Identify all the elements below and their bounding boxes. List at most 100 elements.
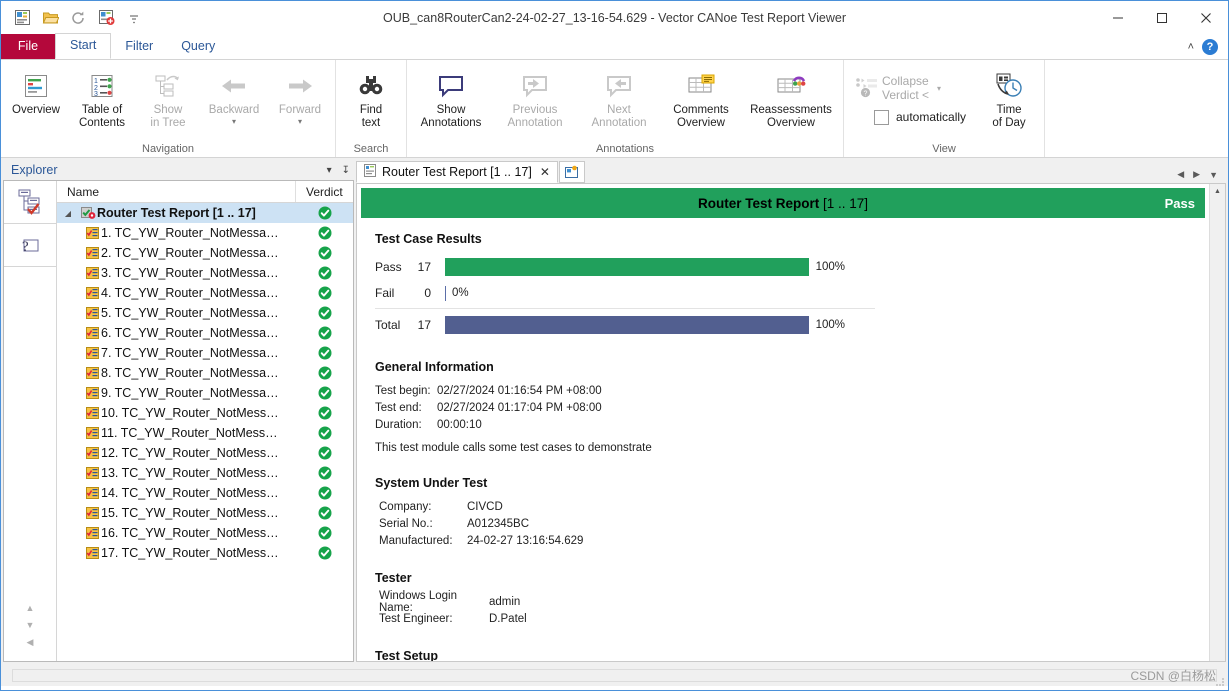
tree-row-label: 6. TC_YW_Router_NotMessa… — [101, 326, 279, 340]
tab-prev-icon[interactable]: ◀ — [1177, 169, 1184, 180]
scroll-left-icon[interactable]: ◀ — [27, 637, 34, 648]
tree-row-root[interactable]: ◢ Router Test Report [1 .. 17] — [57, 203, 353, 223]
tree-row[interactable]: 7. TC_YW_Router_NotMessa… — [57, 343, 353, 363]
bar-track: 100% — [445, 258, 845, 276]
help-icon[interactable]: ? — [1202, 38, 1218, 55]
tree-row[interactable]: 2. TC_YW_Router_NotMessa… — [57, 243, 353, 263]
automatically-checkbox[interactable] — [874, 109, 889, 125]
tree-row[interactable]: 8. TC_YW_Router_NotMessa… — [57, 363, 353, 383]
report-icon[interactable] — [9, 6, 35, 30]
tab-start[interactable]: Start — [55, 33, 112, 59]
open-folder-icon[interactable] — [37, 6, 63, 30]
tree-row[interactable]: 3. TC_YW_Router_NotMessa… — [57, 263, 353, 283]
bar-row: Pass 17 100% — [375, 254, 1209, 280]
time-of-day-button[interactable]: Time of Day — [976, 65, 1042, 137]
report-vertical-scrollbar[interactable]: ▲ — [1209, 184, 1225, 661]
document-tab-strip: Router Test Report [1 .. 17] ✕ ◀ ▶ ▼ — [356, 160, 1226, 183]
info-row: Test end: 02/27/2024 01:17:04 PM +08:00 — [375, 399, 1209, 416]
svg-text:1: 1 — [94, 78, 98, 85]
arrow-left-icon — [217, 69, 251, 103]
tree-row-label: 5. TC_YW_Router_NotMessa… — [101, 306, 279, 320]
overview-button[interactable]: Overview — [3, 65, 69, 137]
new-tab-button[interactable] — [558, 161, 585, 183]
test-case-icon — [83, 447, 101, 459]
backward-caret-icon: ▾ — [231, 117, 236, 126]
tab-list-icon[interactable]: ▼ — [1209, 170, 1218, 180]
tree-row[interactable]: 6. TC_YW_Router_NotMessa… — [57, 323, 353, 343]
maximize-button[interactable] — [1140, 1, 1184, 34]
svg-text:?: ? — [864, 91, 868, 98]
test-case-results-bars: Pass 17 100% Fail 0 0% Total 17 100% — [375, 254, 1209, 338]
scroll-up-icon[interactable]: ▲ — [26, 603, 35, 613]
table-of-contents-button[interactable]: 123 Table of Contents — [69, 65, 135, 137]
collapse-ribbon-icon[interactable]: ˄ — [1188, 41, 1194, 53]
tree-row[interactable]: 16. TC_YW_Router_NotMess… — [57, 523, 353, 543]
group-title-view: View — [932, 143, 956, 155]
customize-qat-icon[interactable] — [121, 6, 147, 30]
tree-list: ◢ Router Test Report [1 .. 17] 1. TC_YW_Ro… — [57, 203, 353, 661]
tree-row[interactable]: 11. TC_YW_Router_NotMess… — [57, 423, 353, 443]
tree-row[interactable]: 14. TC_YW_Router_NotMess… — [57, 483, 353, 503]
tab-query[interactable]: Query — [167, 34, 229, 59]
minimize-button[interactable] — [1096, 1, 1140, 34]
column-header-verdict[interactable]: Verdict — [296, 181, 353, 202]
horizontal-scrollbar[interactable] — [12, 668, 1217, 682]
automatically-checkbox-row[interactable]: automatically — [852, 105, 966, 129]
tree-row[interactable]: 4. TC_YW_Router_NotMessa… — [57, 283, 353, 303]
report-title: Router Test Report [1 .. 17] — [361, 196, 1205, 211]
tree-row[interactable]: 12. TC_YW_Router_NotMess… — [57, 443, 353, 463]
test-tree-rail-button[interactable] — [4, 181, 56, 224]
help-rail-button[interactable]: ? — [4, 224, 56, 267]
test-case-icon — [83, 247, 101, 259]
ribbon-tab-strip: File Start Filter Query ˄ ? — [1, 33, 1228, 59]
tree-row[interactable]: 5. TC_YW_Router_NotMessa… — [57, 303, 353, 323]
tree-row[interactable]: 1. TC_YW_Router_NotMessa… — [57, 223, 353, 243]
tree-row[interactable]: 10. TC_YW_Router_NotMess… — [57, 403, 353, 423]
show-annotations-button[interactable]: Show Annotations — [409, 65, 493, 137]
document-body: Router Test Report [1 .. 17] Pass Test C… — [356, 183, 1226, 662]
chevron-down-icon[interactable]: ▾ — [327, 165, 332, 176]
refresh-icon[interactable] — [65, 6, 91, 30]
scroll-down-icon[interactable]: ▼ — [26, 620, 35, 630]
bar-divider — [375, 308, 875, 309]
show-in-tree-button: Show in Tree — [135, 65, 201, 137]
ribbon-group-navigation: Overview 123 Table of Contents Show in Tre… — [1, 60, 335, 157]
tree-row[interactable]: 13. TC_YW_Router_NotMess… — [57, 463, 353, 483]
close-icon[interactable]: ✕ — [538, 165, 550, 179]
test-case-icon — [83, 467, 101, 479]
reassessments-overview-button[interactable]: Reassessments Overview — [741, 65, 841, 137]
info-value: A012345BC — [467, 517, 530, 530]
column-header-name[interactable]: Name — [57, 181, 296, 202]
verdict-pass-icon — [296, 206, 353, 220]
resize-grip-icon[interactable] — [1215, 677, 1225, 687]
info-key: Company: — [379, 500, 432, 513]
tree-row[interactable]: 9. TC_YW_Router_NotMessa… — [57, 383, 353, 403]
info-row: Duration: 00:00:10 — [375, 416, 1209, 433]
find-text-button[interactable]: Find text — [338, 65, 404, 137]
verdict-pass-icon — [296, 306, 353, 320]
verdict-pass-icon — [296, 506, 353, 520]
tab-filter[interactable]: Filter — [111, 34, 167, 59]
tree-row[interactable]: 15. TC_YW_Router_NotMess… — [57, 503, 353, 523]
expander-icon[interactable]: ◢ — [57, 209, 79, 218]
test-case-icon — [83, 267, 101, 279]
section-heading-test-case-results: Test Case Results — [375, 232, 482, 246]
comments-overview-button[interactable]: Comments Overview — [661, 65, 741, 137]
report-settings-icon[interactable] — [93, 6, 119, 30]
test-case-icon — [83, 507, 101, 519]
time-of-day-icon — [993, 69, 1025, 103]
scroll-up-icon[interactable]: ▲ — [1210, 184, 1225, 199]
tab-next-icon[interactable]: ▶ — [1193, 169, 1200, 180]
bar-label: Total — [375, 318, 401, 332]
test-case-icon — [83, 287, 101, 299]
tab-file[interactable]: File — [1, 34, 55, 59]
close-button[interactable] — [1184, 1, 1228, 34]
document-tab[interactable]: Router Test Report [1 .. 17] ✕ — [356, 161, 558, 183]
binoculars-icon — [356, 69, 386, 103]
tree-row[interactable]: 17. TC_YW_Router_NotMess… — [57, 543, 353, 563]
verdict-pass-icon — [296, 366, 353, 380]
bar-row: Total 17 100% — [375, 312, 1209, 338]
pin-icon[interactable]: ↧ — [342, 165, 350, 176]
explorer-header-controls: ▾ ↧ — [327, 165, 350, 176]
tree-row-label: 3. TC_YW_Router_NotMessa… — [101, 266, 279, 280]
